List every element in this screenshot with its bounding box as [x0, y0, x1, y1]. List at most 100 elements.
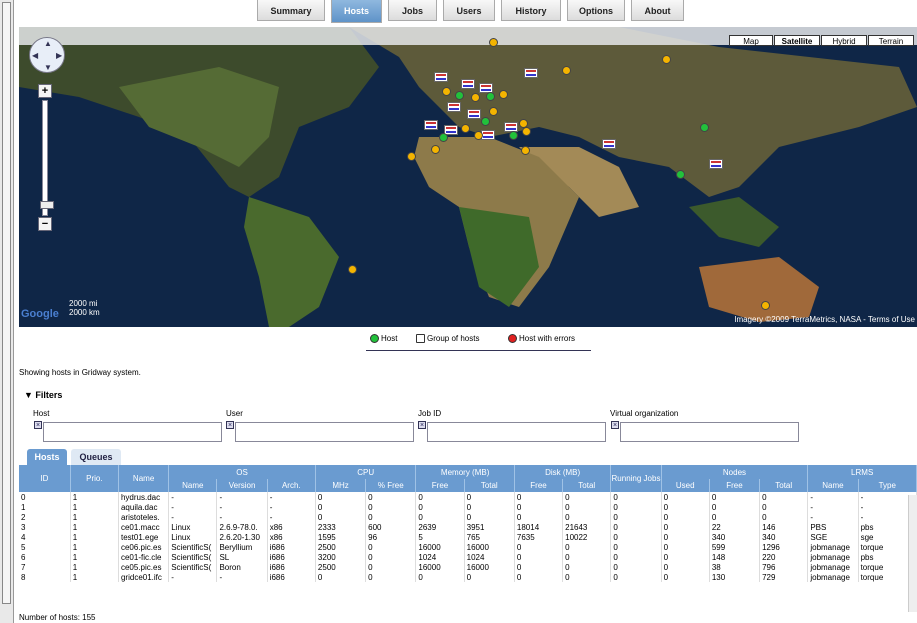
col-lrms-name[interactable]: Name — [807, 479, 859, 492]
pan-down-icon[interactable]: ▼ — [44, 63, 52, 72]
subtab-queues[interactable]: Queues — [71, 449, 121, 465]
clear-vo-filter-icon[interactable]: × — [611, 421, 619, 429]
host-marker[interactable] — [489, 107, 498, 116]
host-group-marker[interactable] — [467, 109, 481, 119]
col-mem-total[interactable]: Total — [464, 479, 515, 492]
table-cell: 0 — [562, 502, 612, 512]
host-group-marker[interactable] — [709, 159, 723, 169]
host-marker[interactable] — [348, 265, 357, 274]
host-marker[interactable] — [676, 170, 685, 179]
tab-users[interactable]: Users — [443, 0, 495, 21]
host-group-marker[interactable] — [434, 72, 448, 82]
maptype-hybrid[interactable]: Hybrid — [821, 35, 867, 46]
col-id[interactable]: ID — [19, 465, 71, 492]
host-group-marker[interactable] — [524, 68, 538, 78]
zoom-slider[interactable] — [40, 100, 54, 216]
col-cpu-mhz[interactable]: MHz — [315, 479, 367, 492]
host-marker[interactable] — [461, 124, 470, 133]
clear-user-filter-icon[interactable]: × — [226, 421, 234, 429]
host-marker[interactable] — [521, 146, 530, 155]
table-cell: 0 — [610, 532, 662, 542]
col-mem-free[interactable]: Free — [415, 479, 465, 492]
tab-history[interactable]: History — [501, 0, 561, 21]
table-row[interactable]: 2 1 aristoteles. - - -0 0 0 0 0 0 0 0 0 0- - — [19, 512, 917, 522]
host-filter-input[interactable] — [43, 422, 222, 442]
left-scroll-track[interactable] — [2, 2, 11, 604]
clear-host-filter-icon[interactable]: × — [34, 421, 42, 429]
host-marker[interactable] — [562, 66, 571, 75]
host-marker[interactable] — [499, 90, 508, 99]
map-attribution[interactable]: Imagery ©2009 TerraMetrics, NASA - Terms… — [734, 315, 915, 324]
maptype-map[interactable]: Map — [729, 35, 773, 46]
host-group-marker[interactable] — [481, 130, 495, 140]
table-row[interactable]: 0 1 hydrus.dac - - -0 0 0 0 0 0 0 0 0 0- - — [19, 492, 917, 502]
zoom-slider-thumb[interactable] — [40, 201, 54, 209]
maptype-satellite[interactable]: Satellite — [774, 35, 820, 46]
host-marker[interactable] — [662, 55, 671, 64]
col-os-version[interactable]: Version — [216, 479, 268, 492]
host-marker[interactable] — [474, 131, 483, 140]
tab-jobs[interactable]: Jobs — [388, 0, 437, 21]
host-marker[interactable] — [471, 93, 480, 102]
host-marker[interactable] — [481, 117, 490, 126]
host-marker[interactable] — [455, 91, 464, 100]
host-marker[interactable] — [407, 152, 416, 161]
tab-about[interactable]: About — [631, 0, 684, 21]
table-row[interactable]: 5 1 ce06.pic.es ScientificS(Beryllium i686 25… — [19, 542, 917, 552]
table-row[interactable]: 8 1 gridce01.ifc - - i686 0 0 0 0 0 0 0 0 130 729 jobman… — [19, 572, 917, 582]
tab-options[interactable]: Options — [567, 0, 625, 21]
col-nodes-free[interactable]: Free — [709, 479, 761, 492]
pan-left-icon[interactable]: ◀ — [32, 51, 38, 60]
table-row[interactable]: 7 1 ce05.pic.es ScientificS(Boron i686 2500 0 1… — [19, 562, 917, 572]
zoom-out-button[interactable]: − — [38, 217, 52, 231]
host-group-marker[interactable] — [461, 79, 475, 89]
table-row[interactable]: 3 1 ce01.macc Linux 2.6.9-78.0. x86 2333 600 263… — [19, 522, 917, 532]
col-os-name[interactable]: Name — [168, 479, 218, 492]
host-marker[interactable] — [761, 301, 770, 310]
world-map[interactable]: Map Satellite Hybrid Terrain ▲ ▼ ◀ ▶ + − — [19, 27, 917, 327]
table-row[interactable]: 6 1 ce01-fic.cle ScientificS(SL i686 3200 0 102… — [19, 552, 917, 562]
subtab-hosts[interactable]: Hosts — [27, 449, 67, 465]
col-name[interactable]: Name — [118, 465, 170, 492]
col-prio[interactable]: Prio. — [70, 465, 119, 492]
col-nodes-used[interactable]: Used — [661, 479, 710, 492]
table-scrollbar[interactable] — [908, 495, 917, 612]
zoom-in-button[interactable]: + — [38, 84, 52, 98]
table-row[interactable]: 4 1 test01.ege Linux 2.6.20-1.30 x86 1595 96 5 76… — [19, 532, 917, 542]
tab-summary[interactable]: Summary — [257, 0, 325, 21]
clear-jobid-filter-icon[interactable]: × — [418, 421, 426, 429]
jobid-filter-input[interactable] — [427, 422, 606, 442]
col-disk-total[interactable]: Total — [562, 479, 612, 492]
col-running-jobs[interactable]: Running Jobs — [610, 465, 662, 492]
col-os-arch[interactable]: Arch. — [267, 479, 316, 492]
col-cpu-free[interactable]: % Free — [365, 479, 417, 492]
host-group-marker[interactable] — [424, 120, 438, 130]
maptype-terrain[interactable]: Terrain — [868, 35, 914, 46]
pan-control[interactable]: ▲ ▼ ◀ ▶ — [29, 37, 65, 73]
host-marker[interactable] — [442, 87, 451, 96]
host-marker[interactable] — [489, 38, 498, 47]
vo-filter-input[interactable] — [620, 422, 799, 442]
host-marker[interactable] — [439, 133, 448, 142]
table-cell: 1 — [70, 502, 119, 512]
host-marker[interactable] — [509, 131, 518, 140]
left-scroll-strip[interactable] — [0, 0, 14, 623]
table-row[interactable]: 1 1 aquila.dac - - -0 0 0 0 0 0 0 0 0 0- - — [19, 502, 917, 512]
table-cell: 2639 — [415, 522, 465, 532]
pan-right-icon[interactable]: ▶ — [56, 51, 62, 60]
host-marker[interactable] — [522, 127, 531, 136]
table-cell: 340 — [709, 532, 761, 542]
pan-up-icon[interactable]: ▲ — [44, 39, 52, 48]
host-marker[interactable] — [486, 92, 495, 101]
tab-hosts[interactable]: Hosts — [331, 0, 382, 23]
host-marker[interactable] — [700, 123, 709, 132]
col-disk-free[interactable]: Free — [514, 479, 564, 492]
col-lrms-type[interactable]: Type — [858, 479, 917, 492]
google-logo[interactable]: Google — [21, 308, 59, 320]
host-marker[interactable] — [431, 145, 440, 154]
user-filter-input[interactable] — [235, 422, 414, 442]
col-nodes-total[interactable]: Total — [759, 479, 809, 492]
filters-toggle[interactable]: ▼ Filters — [24, 390, 62, 400]
host-group-marker[interactable] — [447, 102, 461, 112]
host-group-marker[interactable] — [602, 139, 616, 149]
